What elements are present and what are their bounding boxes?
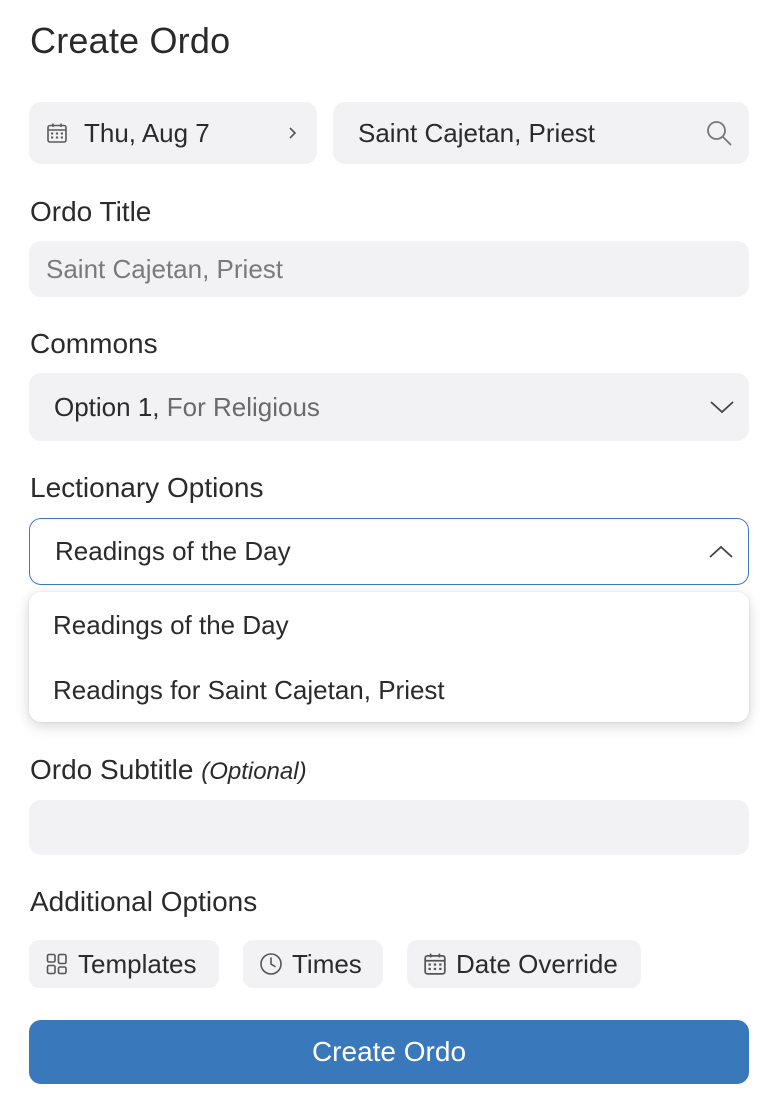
chevron-up-icon <box>709 545 733 558</box>
create-ordo-button[interactable]: Create Ordo <box>29 1020 749 1084</box>
lectionary-option-readings-of-the-day[interactable]: Readings of the Day <box>53 610 289 641</box>
date-value: Thu, Aug 7 <box>84 117 210 148</box>
celebration-search-input[interactable]: Saint Cajetan, Priest <box>333 102 749 164</box>
celebration-search-value: Saint Cajetan, Priest <box>358 117 596 148</box>
chevron-right-icon <box>289 127 297 139</box>
commons-selected-detail: For Religious <box>166 391 320 422</box>
commons-selected-option: Option 1, <box>54 391 160 422</box>
date-override-label: Date Override <box>456 948 618 979</box>
calendar-icon <box>424 953 446 975</box>
ordo-subtitle-input[interactable] <box>29 800 749 855</box>
page-title: Create Ordo <box>30 20 231 61</box>
ordo-title-label: Ordo Title <box>30 196 152 227</box>
commons-selected: Option 1, For Religious <box>54 392 709 423</box>
templates-chip[interactable]: Templates <box>29 940 219 988</box>
additional-options-label: Additional Options <box>30 886 258 917</box>
commons-label: Commons <box>30 328 158 359</box>
ordo-title-placeholder: Saint Cajetan, Priest <box>46 253 284 284</box>
search-icon[interactable] <box>705 119 733 147</box>
lectionary-options-label: Lectionary Options <box>30 472 264 503</box>
date-picker[interactable]: Thu, Aug 7 <box>29 102 317 164</box>
ordo-subtitle-label-text: Ordo Subtitle <box>30 754 194 785</box>
ordo-subtitle-label: Ordo Subtitle (Optional) <box>30 754 307 786</box>
lectionary-selected: Readings of the Day <box>55 536 291 566</box>
times-label: Times <box>292 948 362 979</box>
clock-icon <box>260 953 282 975</box>
times-chip[interactable]: Times <box>243 940 383 988</box>
ordo-title-input[interactable]: Saint Cajetan, Priest <box>29 241 749 297</box>
calendar-icon <box>47 123 67 143</box>
chevron-down-icon <box>710 401 734 414</box>
optional-hint: (Optional) <box>201 758 307 785</box>
commons-select[interactable]: Option 1, For Religious <box>29 373 749 441</box>
lectionary-select[interactable]: Readings of the Day <box>29 518 749 585</box>
lectionary-dropdown-menu: Readings of the Day Readings for Saint C… <box>29 592 749 722</box>
grid-icon <box>46 953 67 975</box>
date-override-chip[interactable]: Date Override <box>407 940 641 988</box>
lectionary-option-readings-for-saint[interactable]: Readings for Saint Cajetan, Priest <box>53 675 445 706</box>
templates-label: Templates <box>78 948 197 979</box>
